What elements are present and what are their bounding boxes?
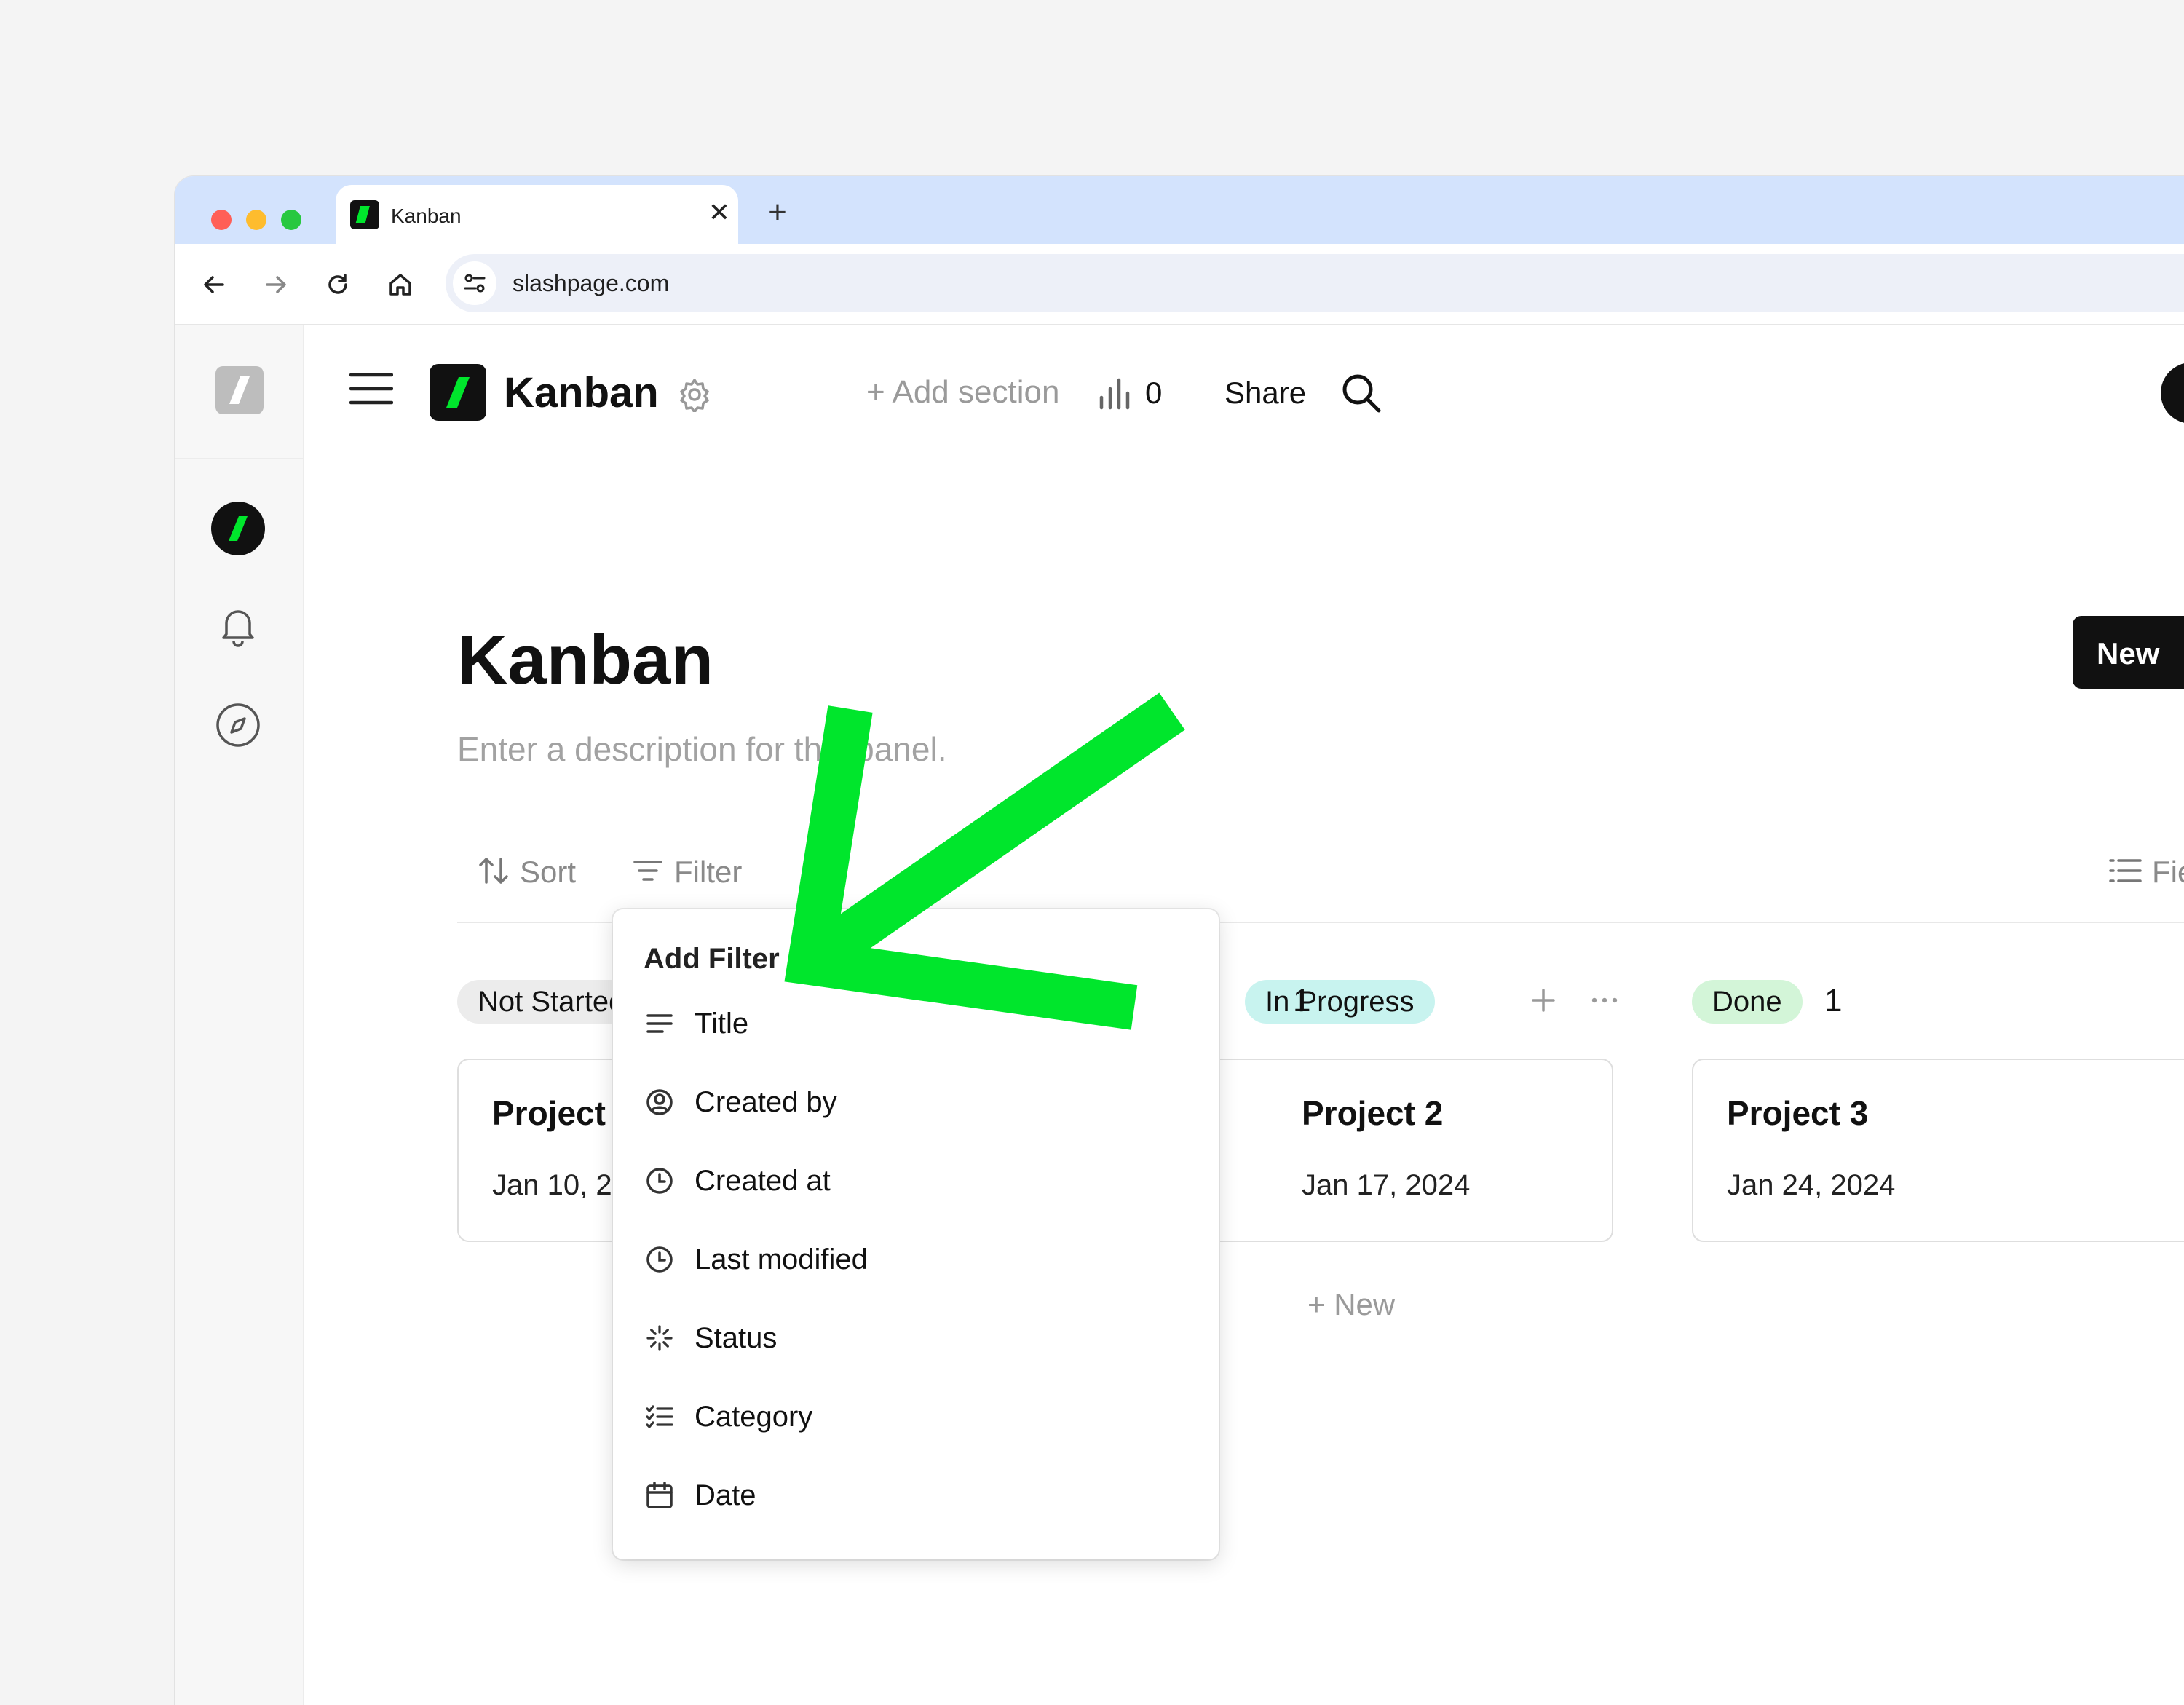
filter-option-label: Created at bbox=[695, 1164, 831, 1197]
filter-option-label: Date bbox=[695, 1479, 756, 1511]
filter-option-status[interactable]: Status bbox=[644, 1309, 1197, 1367]
status-label: Done bbox=[1712, 985, 1782, 1018]
views-count: 0 bbox=[1145, 376, 1163, 410]
maximize-window-button[interactable] bbox=[281, 210, 301, 230]
filter-option-last-modified[interactable]: Last modified bbox=[644, 1230, 1197, 1289]
card-title: Project 2 bbox=[1302, 1094, 1444, 1132]
close-tab-icon[interactable]: ✕ bbox=[703, 197, 735, 229]
page-logo-icon bbox=[430, 364, 486, 421]
url-text: slashpage.com bbox=[513, 270, 670, 296]
home-icon[interactable] bbox=[381, 266, 419, 304]
tab-title: Kanban bbox=[391, 205, 462, 227]
add-section-button[interactable]: + Add section bbox=[866, 374, 1059, 411]
filter-option-label: Status bbox=[695, 1321, 778, 1354]
filter-option-category[interactable]: Category bbox=[644, 1388, 1197, 1446]
status-label: Not Started bbox=[478, 985, 625, 1018]
site-settings-icon[interactable] bbox=[453, 261, 496, 305]
user-circle-icon bbox=[644, 1086, 676, 1118]
forward-icon[interactable] bbox=[257, 266, 295, 304]
card-date: Jan 24, 2024 bbox=[1727, 1169, 1896, 1201]
status-badge-done: Done bbox=[1692, 980, 1803, 1024]
sort-button[interactable]: Sort bbox=[520, 855, 576, 890]
filter-button[interactable]: Filter bbox=[674, 855, 742, 890]
new-tab-button[interactable]: + bbox=[757, 192, 798, 233]
slashpage-avatar-icon[interactable] bbox=[211, 502, 265, 555]
settings-gear-icon[interactable] bbox=[677, 377, 712, 412]
card-date: Jan 17, 2024 bbox=[1302, 1169, 1471, 1201]
back-icon[interactable] bbox=[195, 266, 233, 304]
filter-option-label: Title bbox=[695, 1007, 749, 1040]
filter-icon[interactable] bbox=[632, 855, 664, 887]
share-button[interactable]: Share bbox=[1224, 376, 1306, 411]
calendar-icon bbox=[644, 1479, 676, 1511]
clock-icon bbox=[644, 1165, 676, 1197]
status-badge-in-progress: In Progress bbox=[1245, 980, 1435, 1024]
browser-window: Kanban ✕ + slashpage.com Kanban + Add se… bbox=[175, 176, 2184, 1705]
clock-icon bbox=[644, 1243, 676, 1275]
workspace-logo-icon[interactable] bbox=[215, 366, 264, 414]
bell-icon[interactable] bbox=[214, 602, 262, 650]
fields-button[interactable]: Fields bbox=[2152, 855, 2184, 890]
filter-option-label: Category bbox=[695, 1400, 813, 1433]
sort-icon[interactable] bbox=[478, 855, 510, 887]
sidebar-header bbox=[175, 325, 303, 459]
filter-option-date[interactable]: Date bbox=[644, 1466, 1197, 1524]
user-avatar[interactable] bbox=[2161, 363, 2184, 424]
add-card-icon[interactable] bbox=[1529, 986, 1558, 1015]
column-count: 1 bbox=[1293, 983, 1311, 1018]
header-title: Kanban bbox=[504, 369, 659, 416]
text-lines-icon bbox=[644, 1008, 676, 1040]
tab-kanban[interactable]: Kanban ✕ bbox=[336, 185, 738, 244]
card-title: Project 3 bbox=[1727, 1094, 1869, 1132]
address-bar[interactable]: slashpage.com bbox=[446, 254, 2184, 312]
analytics-icon[interactable] bbox=[1096, 374, 1133, 412]
compass-icon[interactable] bbox=[214, 701, 262, 749]
slashpage-logo-icon bbox=[350, 200, 379, 229]
page-title: Kanban bbox=[457, 621, 714, 699]
browser-toolbar: slashpage.com bbox=[175, 244, 2184, 325]
search-icon[interactable] bbox=[1340, 371, 1383, 415]
new-record-button[interactable]: New bbox=[2073, 616, 2184, 689]
fields-icon[interactable] bbox=[2108, 855, 2142, 887]
add-new-card-button[interactable]: + New bbox=[1307, 1287, 1395, 1322]
checklist-icon bbox=[644, 1401, 676, 1433]
tab-bar: Kanban ✕ + bbox=[175, 176, 2184, 244]
menu-icon[interactable] bbox=[349, 371, 393, 407]
filter-option-created-at[interactable]: Created at bbox=[644, 1152, 1197, 1210]
reload-icon[interactable] bbox=[319, 266, 357, 304]
status-label: In Progress bbox=[1265, 985, 1415, 1018]
minimize-window-button[interactable] bbox=[246, 210, 266, 230]
more-options-icon[interactable] bbox=[1588, 986, 1621, 1015]
app-sidebar bbox=[175, 325, 304, 1705]
annotation-arrow-icon bbox=[784, 692, 1185, 1030]
kanban-card[interactable]: Project 3 Jan 24, 2024 bbox=[1692, 1059, 2184, 1242]
new-record-label: New bbox=[2097, 636, 2160, 670]
close-window-button[interactable] bbox=[211, 210, 232, 230]
loader-icon bbox=[644, 1322, 676, 1354]
column-count: 1 bbox=[1824, 983, 1843, 1018]
filter-option-label: Last modified bbox=[695, 1243, 868, 1275]
